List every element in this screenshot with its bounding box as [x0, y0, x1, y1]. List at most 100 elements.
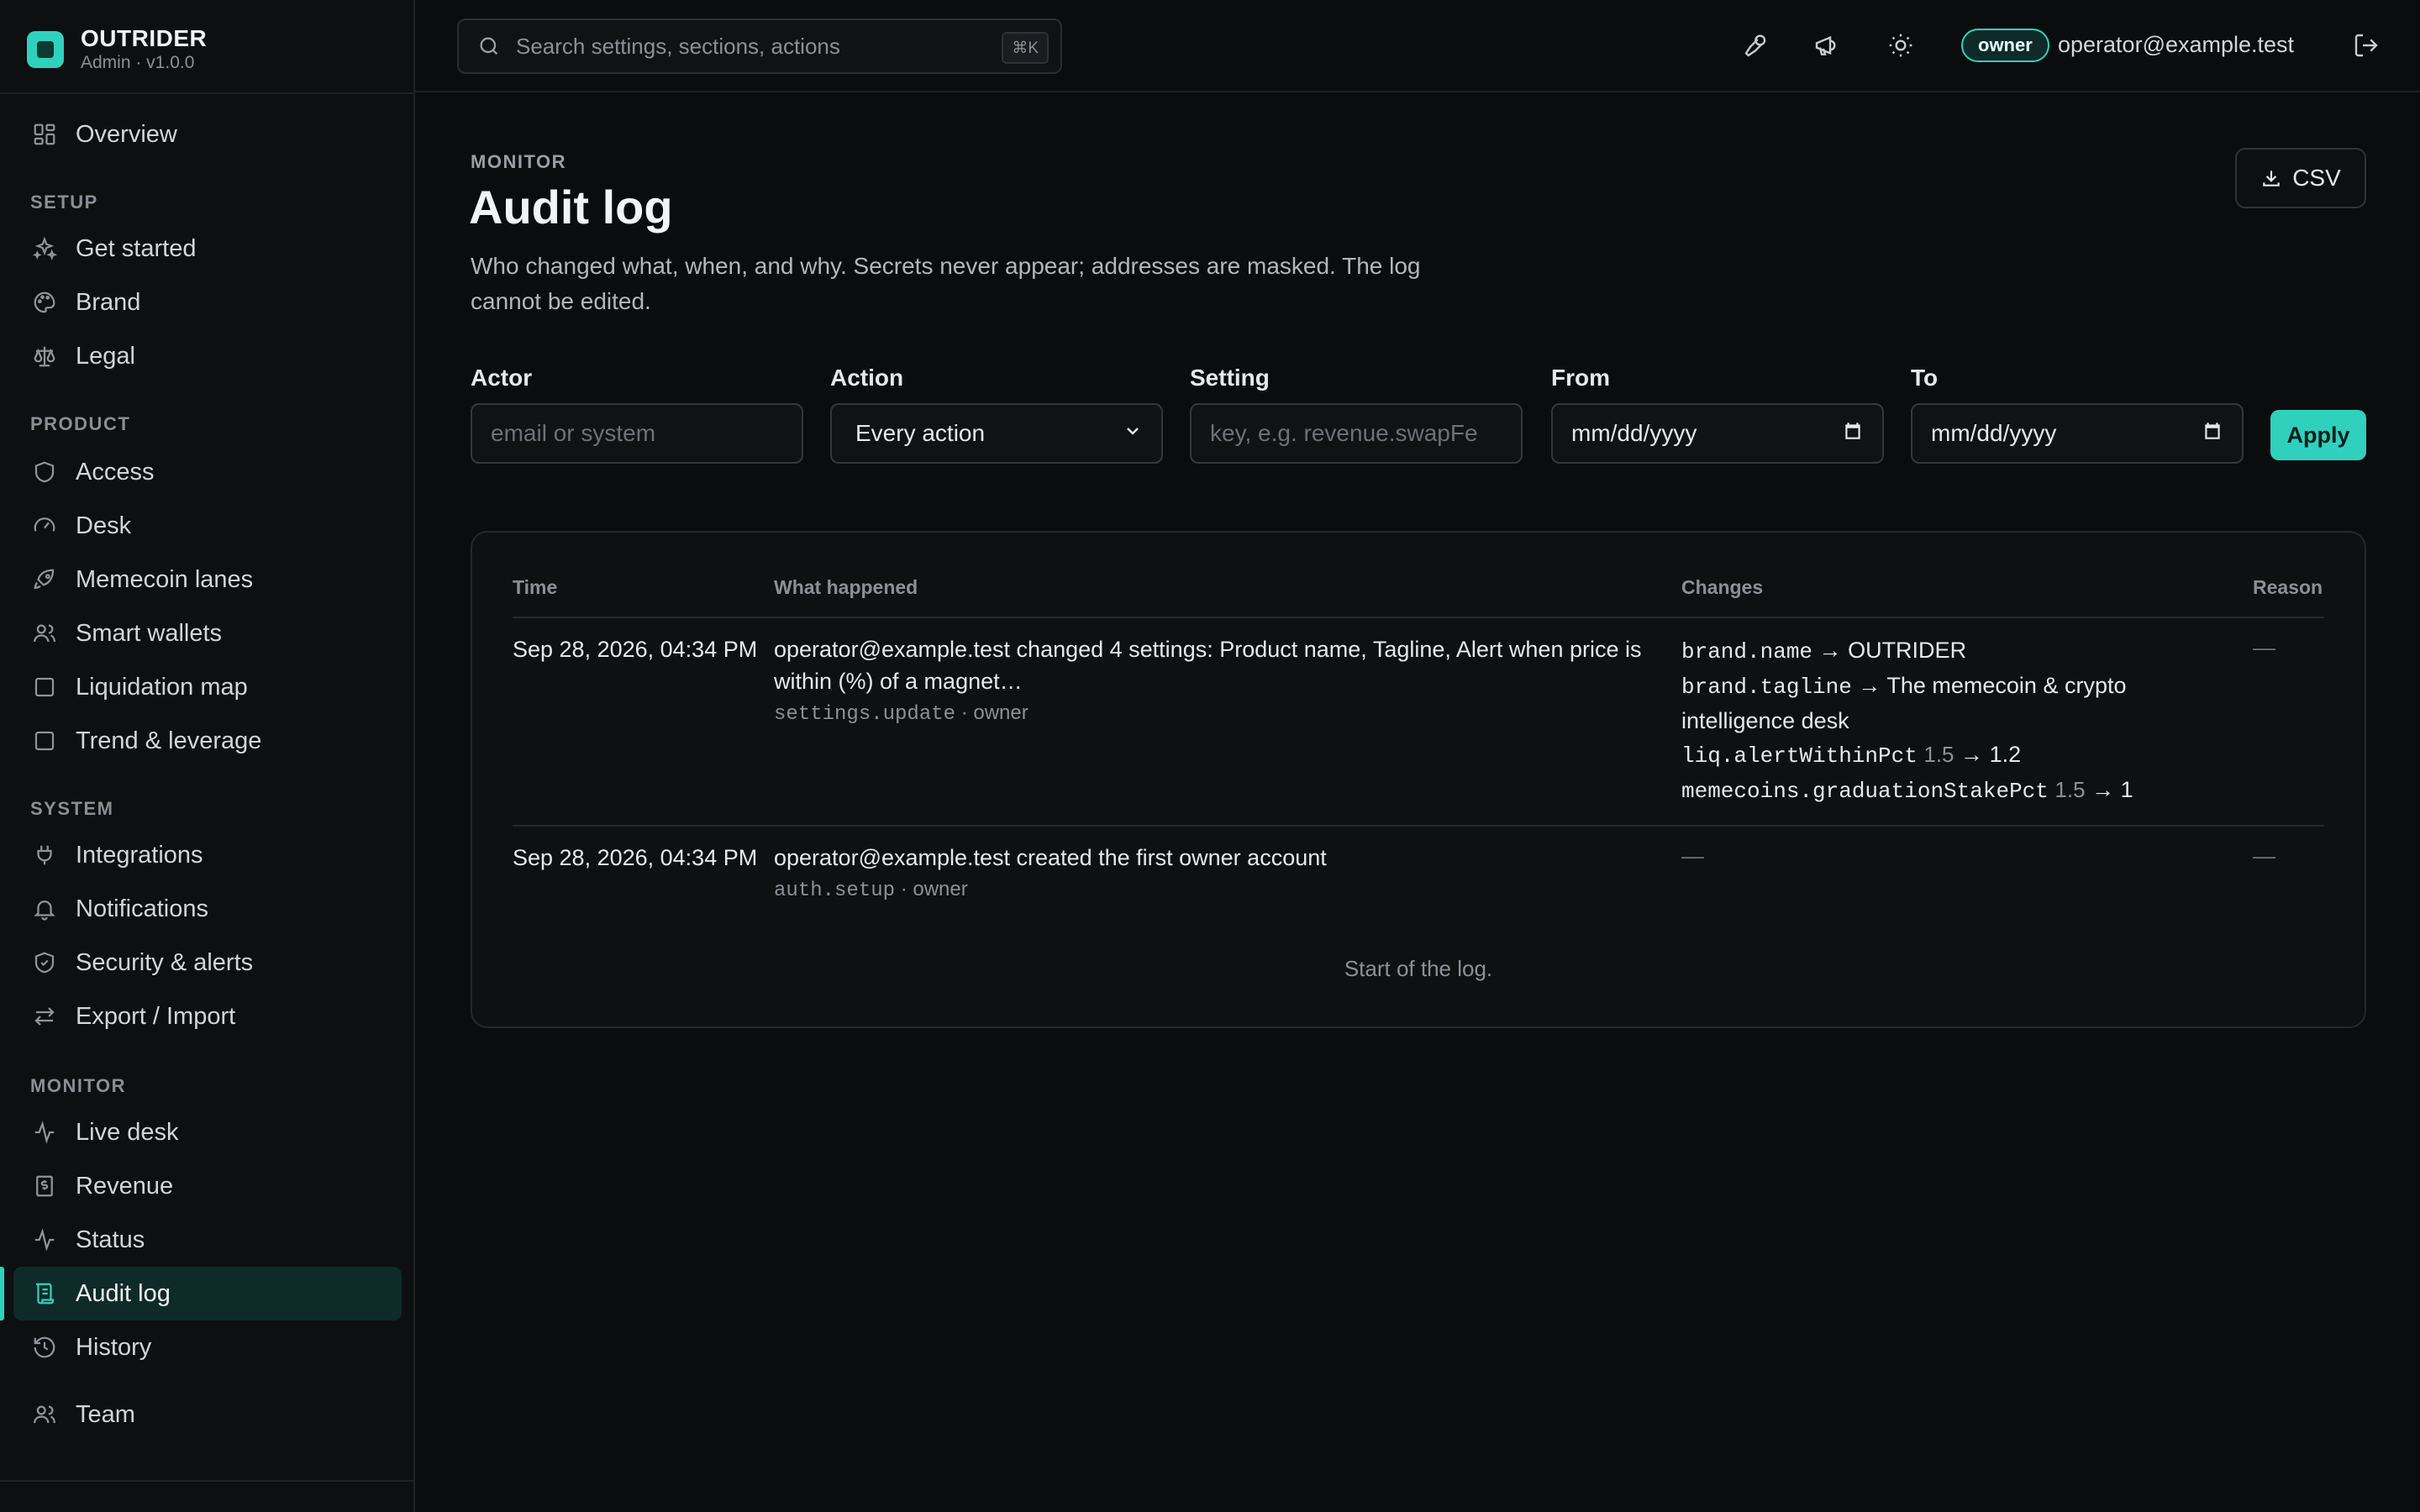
sidebar-item-legal[interactable]: Legal: [13, 329, 402, 383]
sidebar-item-label: Trend & leverage: [76, 727, 262, 754]
sidebar-item-brand[interactable]: Brand: [13, 276, 402, 329]
actor-label: Actor: [471, 365, 533, 391]
sidebar-item-team[interactable]: Team: [13, 1388, 402, 1441]
change-key: brand.name: [1681, 639, 1813, 664]
change-item: memecoins.graduationStakePct 1.5 → 1: [1681, 773, 2133, 808]
sidebar-item-label: Status: [76, 1226, 145, 1253]
sidebar-item-label: Get started: [76, 234, 197, 262]
users-icon: [32, 1402, 57, 1427]
sidebar-item-status[interactable]: Status: [13, 1213, 402, 1267]
sidebar-item-revenue[interactable]: Revenue: [13, 1159, 402, 1213]
calendar-icon[interactable]: [2202, 420, 2223, 448]
sidebar-item-label: Desk: [76, 512, 132, 539]
sidebar-item-label: Access: [76, 458, 155, 486]
csv-label: CSV: [2292, 165, 2341, 191]
shield-icon: [32, 459, 57, 485]
change-new-value: 1: [2120, 777, 2133, 802]
column-header-time[interactable]: Time: [513, 576, 557, 599]
search-input[interactable]: Search settings, sections, actions ⌘K: [457, 18, 1062, 74]
arrows-swap-icon: [32, 1004, 57, 1029]
section-label-system: SYSTEM: [30, 798, 114, 819]
setting-input[interactable]: key, e.g. revenue.swapFe: [1190, 403, 1523, 464]
sidebar-item-export-import[interactable]: Export / Import: [13, 990, 402, 1043]
sidebar-item-get-started[interactable]: Get started: [13, 222, 402, 276]
to-label: To: [1911, 365, 1939, 391]
to-date-placeholder: mm/dd/yyyy: [1931, 420, 2057, 446]
activity-icon: [32, 1227, 57, 1252]
calendar-icon[interactable]: [1842, 420, 1864, 448]
action-select[interactable]: Every action: [830, 403, 1163, 464]
export-csv-button[interactable]: CSV: [2235, 148, 2366, 208]
scroll-icon: [32, 1281, 57, 1306]
sparkles-icon: [32, 236, 57, 261]
sidebar-item-smart-wallets[interactable]: Smart wallets: [13, 606, 402, 660]
row-summary-line: within (%) of a magnet…: [774, 669, 1023, 694]
receipt-dollar-icon: [32, 1173, 57, 1199]
role-badge: owner: [1961, 29, 2049, 62]
wrench-icon[interactable]: [1736, 29, 1770, 62]
app-logo: [27, 31, 64, 68]
sidebar-item-label: Overview: [76, 120, 177, 148]
sidebar-item-label: Integrations: [76, 841, 203, 869]
apply-button[interactable]: Apply: [2270, 410, 2366, 460]
sun-icon[interactable]: [1884, 29, 1918, 62]
change-old-value: 1.5: [2054, 777, 2086, 802]
sidebar-item-trend-leverage[interactable]: Trend & leverage: [13, 714, 402, 768]
sidebar-item-label: Memecoin lanes: [76, 565, 254, 593]
actor-placeholder: email or system: [491, 420, 656, 446]
sidebar-item-label: History: [76, 1333, 152, 1361]
sidebar-item-label: Smart wallets: [76, 619, 223, 647]
palette-icon: [32, 290, 57, 315]
sidebar-item-label: Live desk: [76, 1118, 179, 1146]
brand[interactable]: OUTRIDER Admin · v1.0.0: [27, 20, 207, 79]
sidebar-item-integrations[interactable]: Integrations: [13, 828, 402, 882]
sidebar-item-label: Security & alerts: [76, 948, 254, 976]
sidebar-item-notifications[interactable]: Notifications: [13, 882, 402, 936]
arrow-icon: →: [1858, 673, 1881, 698]
arrow-icon: →: [1960, 742, 1984, 767]
section-label-monitor: MONITOR: [30, 1075, 126, 1096]
logout-icon[interactable]: [2349, 29, 2383, 62]
megaphone-icon[interactable]: [1810, 29, 1844, 62]
column-header-what-happened[interactable]: What happened: [774, 576, 918, 599]
setting-label: Setting: [1190, 365, 1270, 391]
row-reason: —: [2253, 635, 2275, 660]
row-event: settings.update · owner: [774, 697, 1665, 731]
to-date-input[interactable]: mm/dd/yyyy: [1911, 403, 2244, 464]
change-key: brand.tagline: [1681, 675, 1852, 700]
event-key: settings.update: [774, 703, 956, 726]
sidebar-item-memecoin-lanes[interactable]: Memecoin lanes: [13, 553, 402, 606]
active-indicator: [0, 1267, 4, 1320]
grid-icon: [32, 122, 57, 147]
sidebar: OUTRIDER Admin · v1.0.0 Overview SETUP G…: [0, 0, 415, 1512]
square-icon: [32, 675, 57, 700]
from-date-input[interactable]: mm/dd/yyyy: [1551, 403, 1884, 464]
sidebar-item-audit-log[interactable]: Audit log: [13, 1267, 402, 1320]
divider: [0, 92, 415, 94]
column-header-changes[interactable]: Changes: [1681, 576, 1763, 599]
sidebar-item-liquidation-map[interactable]: Liquidation map: [13, 660, 402, 714]
arrow-icon: →: [1818, 638, 1842, 663]
sidebar-item-security-alerts[interactable]: Security & alerts: [13, 936, 402, 990]
page-eyebrow: MONITOR: [471, 151, 566, 172]
change-new-value: 1.2: [1989, 742, 2022, 767]
sidebar-item-access[interactable]: Access: [13, 445, 402, 499]
sidebar-item-label: Audit log: [76, 1279, 171, 1307]
sidebar-item-desk[interactable]: Desk: [13, 499, 402, 553]
column-header-reason[interactable]: Reason: [2253, 576, 2323, 599]
actor-input[interactable]: email or system: [471, 403, 803, 464]
row-summary-line: operator@example.test created the first …: [774, 845, 1327, 870]
plug-icon: [32, 843, 57, 868]
page-title: Audit log: [469, 181, 673, 234]
divider: [513, 825, 2324, 827]
sidebar-item-live-desk[interactable]: Live desk: [13, 1105, 402, 1159]
row-reason: —: [2253, 843, 2275, 869]
sidebar-item-history[interactable]: History: [13, 1320, 402, 1374]
sidebar-item-overview[interactable]: Overview: [13, 108, 402, 161]
sidebar-item-label: Legal: [76, 342, 135, 370]
sidebar-item-label: Brand: [76, 288, 141, 316]
gauge-icon: [32, 513, 57, 538]
change-item: brand.tagline → The memecoin & crypto: [1681, 669, 2133, 704]
action-label: Action: [830, 365, 904, 391]
divider: [0, 1480, 415, 1482]
